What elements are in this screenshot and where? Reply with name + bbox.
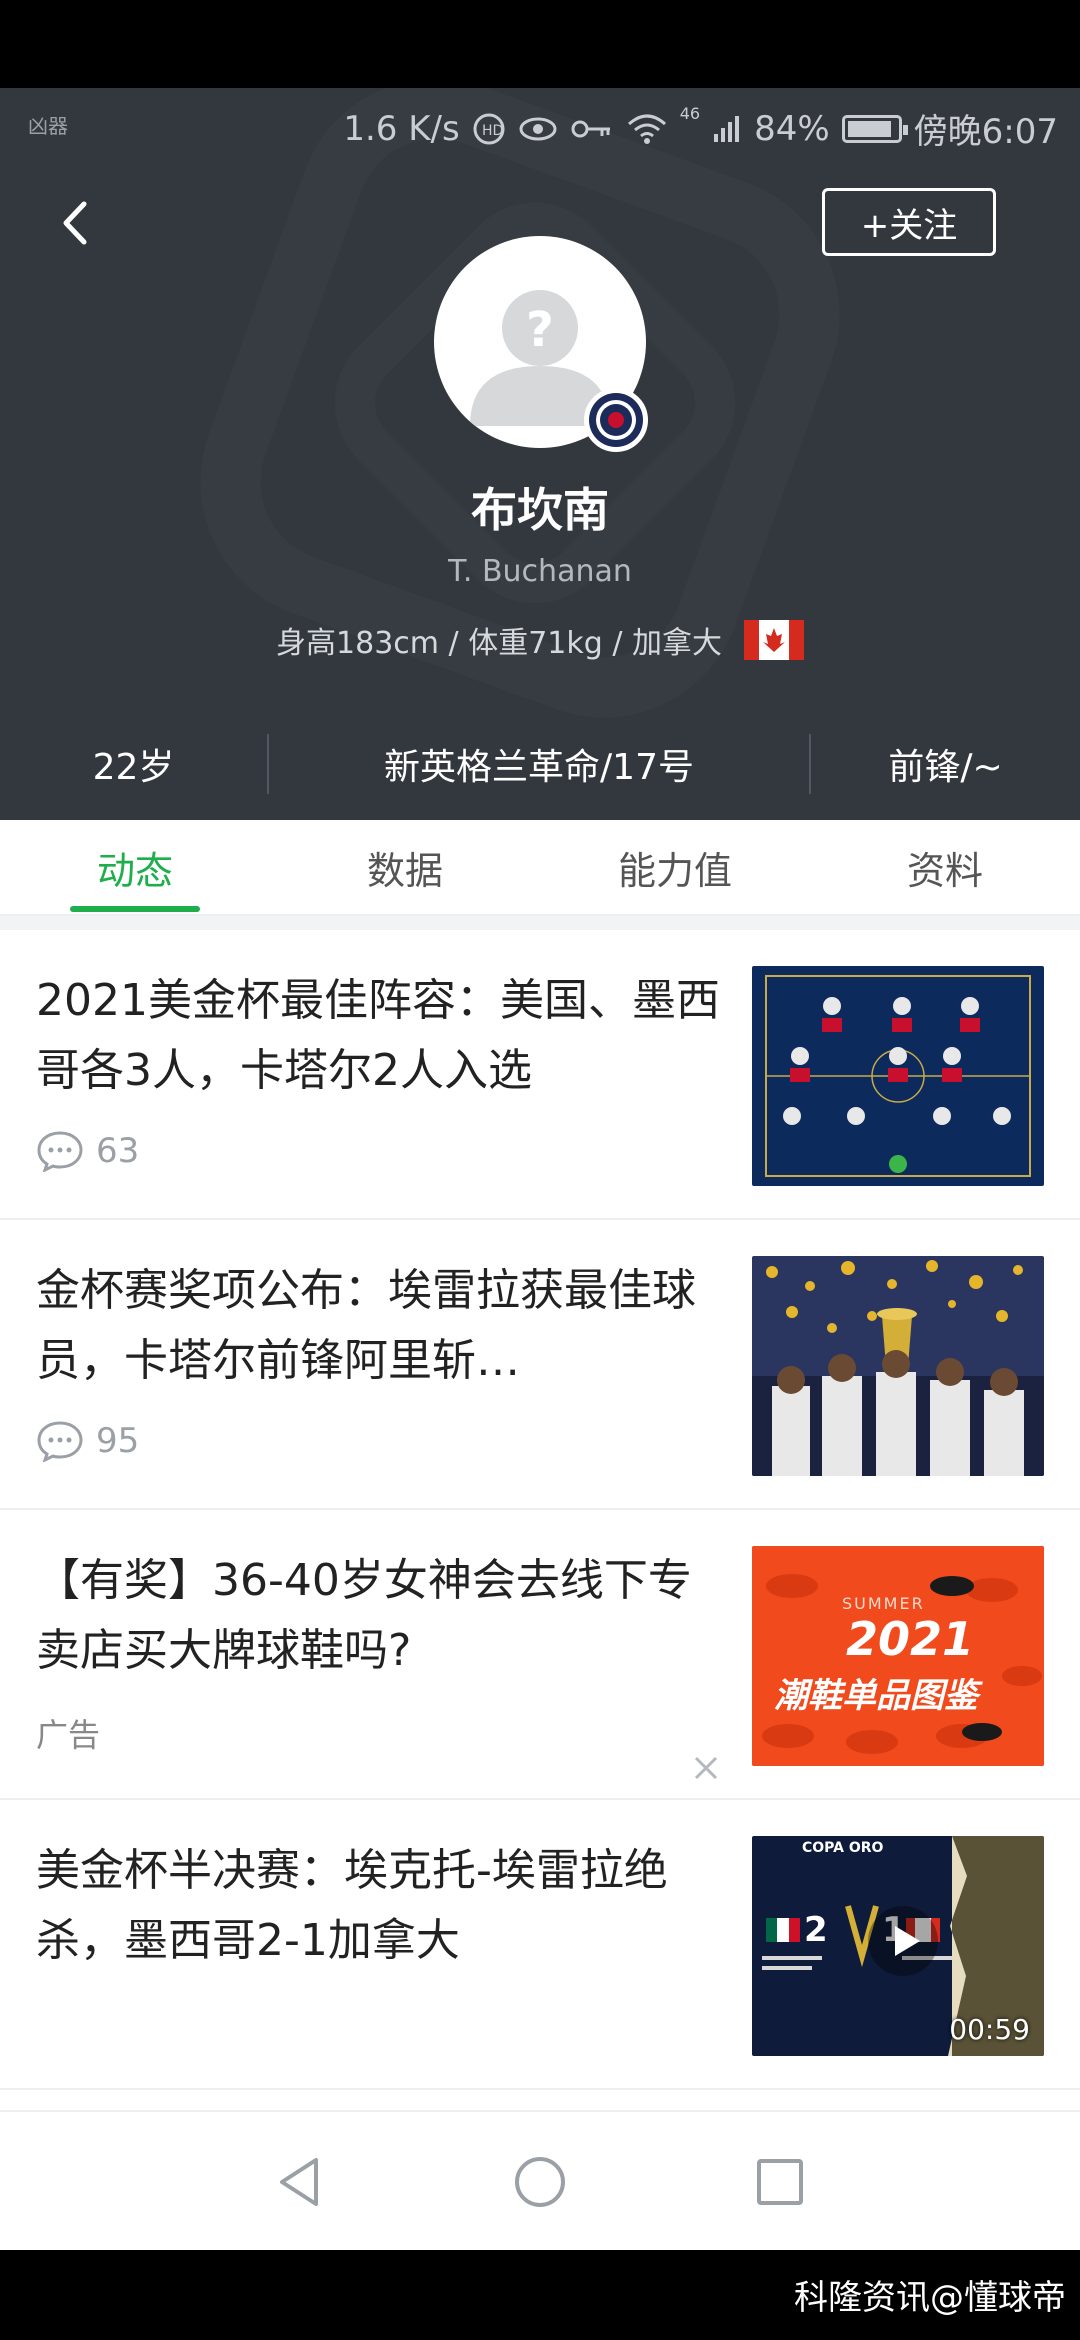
feed-item[interactable]: 2021美金杯最佳阵容：美国、墨西哥各3人，卡塔尔2人入选 63: [0, 930, 1080, 1220]
player-name: 布坎南: [471, 483, 609, 537]
follow-button[interactable]: +关注: [822, 188, 996, 256]
tab-profile[interactable]: 资料: [810, 820, 1080, 914]
status-bar: 凶器 1.6 K/s HD 46 84% 傍晚6:07: [0, 88, 1080, 164]
ad-meta: 广告: [36, 1710, 100, 1756]
comment-icon: [37, 1421, 83, 1462]
profile-tabs: 动态 数据 能力值 资料: [0, 820, 1080, 916]
player-info-row: 22岁 新英格兰革命/17号 前锋/~: [0, 708, 1080, 820]
ad-item[interactable]: 【有奖】36-40岁女神会去线下专卖店买大牌球鞋吗? 广告 SUMMER 202…: [0, 1510, 1080, 1800]
player-stats-text: 身高183cm / 体重71kg / 加拿大: [276, 626, 722, 661]
feed-item-title: 美金杯半决赛：埃克托-埃雷拉绝杀，墨西哥2-1加拿大: [36, 1845, 668, 1966]
club-badge-icon: [584, 388, 648, 452]
svg-text:HD: HD: [482, 123, 503, 139]
video-brand: COPA ORO: [802, 1840, 884, 1856]
status-left-glyph: 凶器: [28, 114, 68, 138]
ad-year-text: 2021: [846, 1612, 975, 1666]
player-physical-stats: 身高183cm / 体重71kg / 加拿大: [0, 618, 1080, 662]
ad-caption-text: 潮鞋单品图鉴: [774, 1676, 978, 1716]
tab-ability[interactable]: 能力值: [540, 820, 810, 914]
ad-label: 广告: [36, 1716, 101, 1754]
status-right-group: 1.6 K/s HD 46 84% 傍晚6:07: [343, 104, 1058, 153]
video-item[interactable]: 美金杯半决赛：埃克托-埃雷拉绝杀，墨西哥2-1加拿大 COPA ORO 2 1 …: [0, 1800, 1080, 2090]
video-thumbnail: COPA ORO 2 1 00:59: [752, 1836, 1044, 2056]
network-speed: 1.6 K/s: [343, 108, 460, 149]
feed-item-meta: 63: [36, 1130, 139, 1172]
play-icon[interactable]: [868, 1906, 938, 1976]
player-position: 前锋/~: [888, 747, 1003, 788]
clock: 傍晚6:07: [913, 112, 1058, 152]
system-nav-bar: [0, 2110, 1080, 2250]
feed-item[interactable]: 金杯赛奖项公布：埃雷拉获最佳球员，卡塔尔前锋阿里斩… 95: [0, 1220, 1080, 1510]
canada-flag-icon: [743, 620, 804, 660]
feed-item-title: 金杯赛奖项公布：埃雷拉获最佳球员，卡塔尔前锋阿里斩…: [36, 1265, 696, 1386]
wifi-icon: [627, 114, 666, 144]
back-arrow-icon[interactable]: [50, 188, 100, 258]
player-header: 凶器 1.6 K/s HD 46 84% 傍晚6:07 +关注 ? 布坎南 T.…: [0, 88, 1080, 820]
video-duration: 00:59: [949, 2013, 1030, 2046]
nav-back-icon[interactable]: [270, 2152, 330, 2212]
score-left: 2: [804, 1910, 828, 1950]
watermark: 科隆资讯@懂球帝: [794, 2278, 1066, 2318]
hd-call-icon: HD: [473, 113, 505, 144]
svg-text:?: ?: [526, 302, 554, 358]
tab-data[interactable]: 数据: [270, 820, 540, 914]
lineup-thumbnail: [752, 966, 1044, 1186]
key-icon: [571, 120, 610, 137]
close-icon[interactable]: [688, 1750, 724, 1786]
ad-thumbnail: SUMMER 2021 潮鞋单品图鉴: [752, 1546, 1044, 1766]
comment-count: 95: [96, 1421, 140, 1461]
ad-summer-text: SUMMER: [842, 1594, 925, 1613]
ad-title: 【有奖】36-40岁女神会去线下专卖店买大牌球鞋吗?: [36, 1555, 692, 1676]
player-name-english: T. Buchanan: [448, 554, 632, 589]
trophy-celebration-thumbnail: [752, 1256, 1044, 1476]
eye-icon: [519, 117, 557, 140]
tab-news[interactable]: 动态: [0, 820, 270, 914]
network-type: 46: [679, 104, 701, 123]
player-club[interactable]: 新英格兰革命/17号: [269, 738, 809, 790]
battery-icon: [841, 114, 908, 143]
app-screen: 凶器 1.6 K/s HD 46 84% 傍晚6:07 +关注 ? 布坎南 T.…: [0, 0, 1080, 2340]
signal-icon: [714, 115, 740, 142]
news-feed: 2021美金杯最佳阵容：美国、墨西哥各3人，卡塔尔2人入选 63 金杯赛奖项公布…: [0, 930, 1080, 2110]
comment-count: 63: [96, 1131, 140, 1171]
battery-percent: 84%: [754, 108, 830, 149]
section-gap: [0, 916, 1080, 930]
feed-item-title: 2021美金杯最佳阵容：美国、墨西哥各3人，卡塔尔2人入选: [36, 975, 720, 1096]
top-black-area: [0, 0, 1080, 88]
nav-home-icon[interactable]: [510, 2152, 570, 2212]
comment-icon: [37, 1131, 83, 1172]
nav-recents-icon[interactable]: [750, 2152, 810, 2212]
feed-item-meta: 95: [36, 1420, 139, 1462]
player-age: 22岁: [92, 747, 175, 788]
